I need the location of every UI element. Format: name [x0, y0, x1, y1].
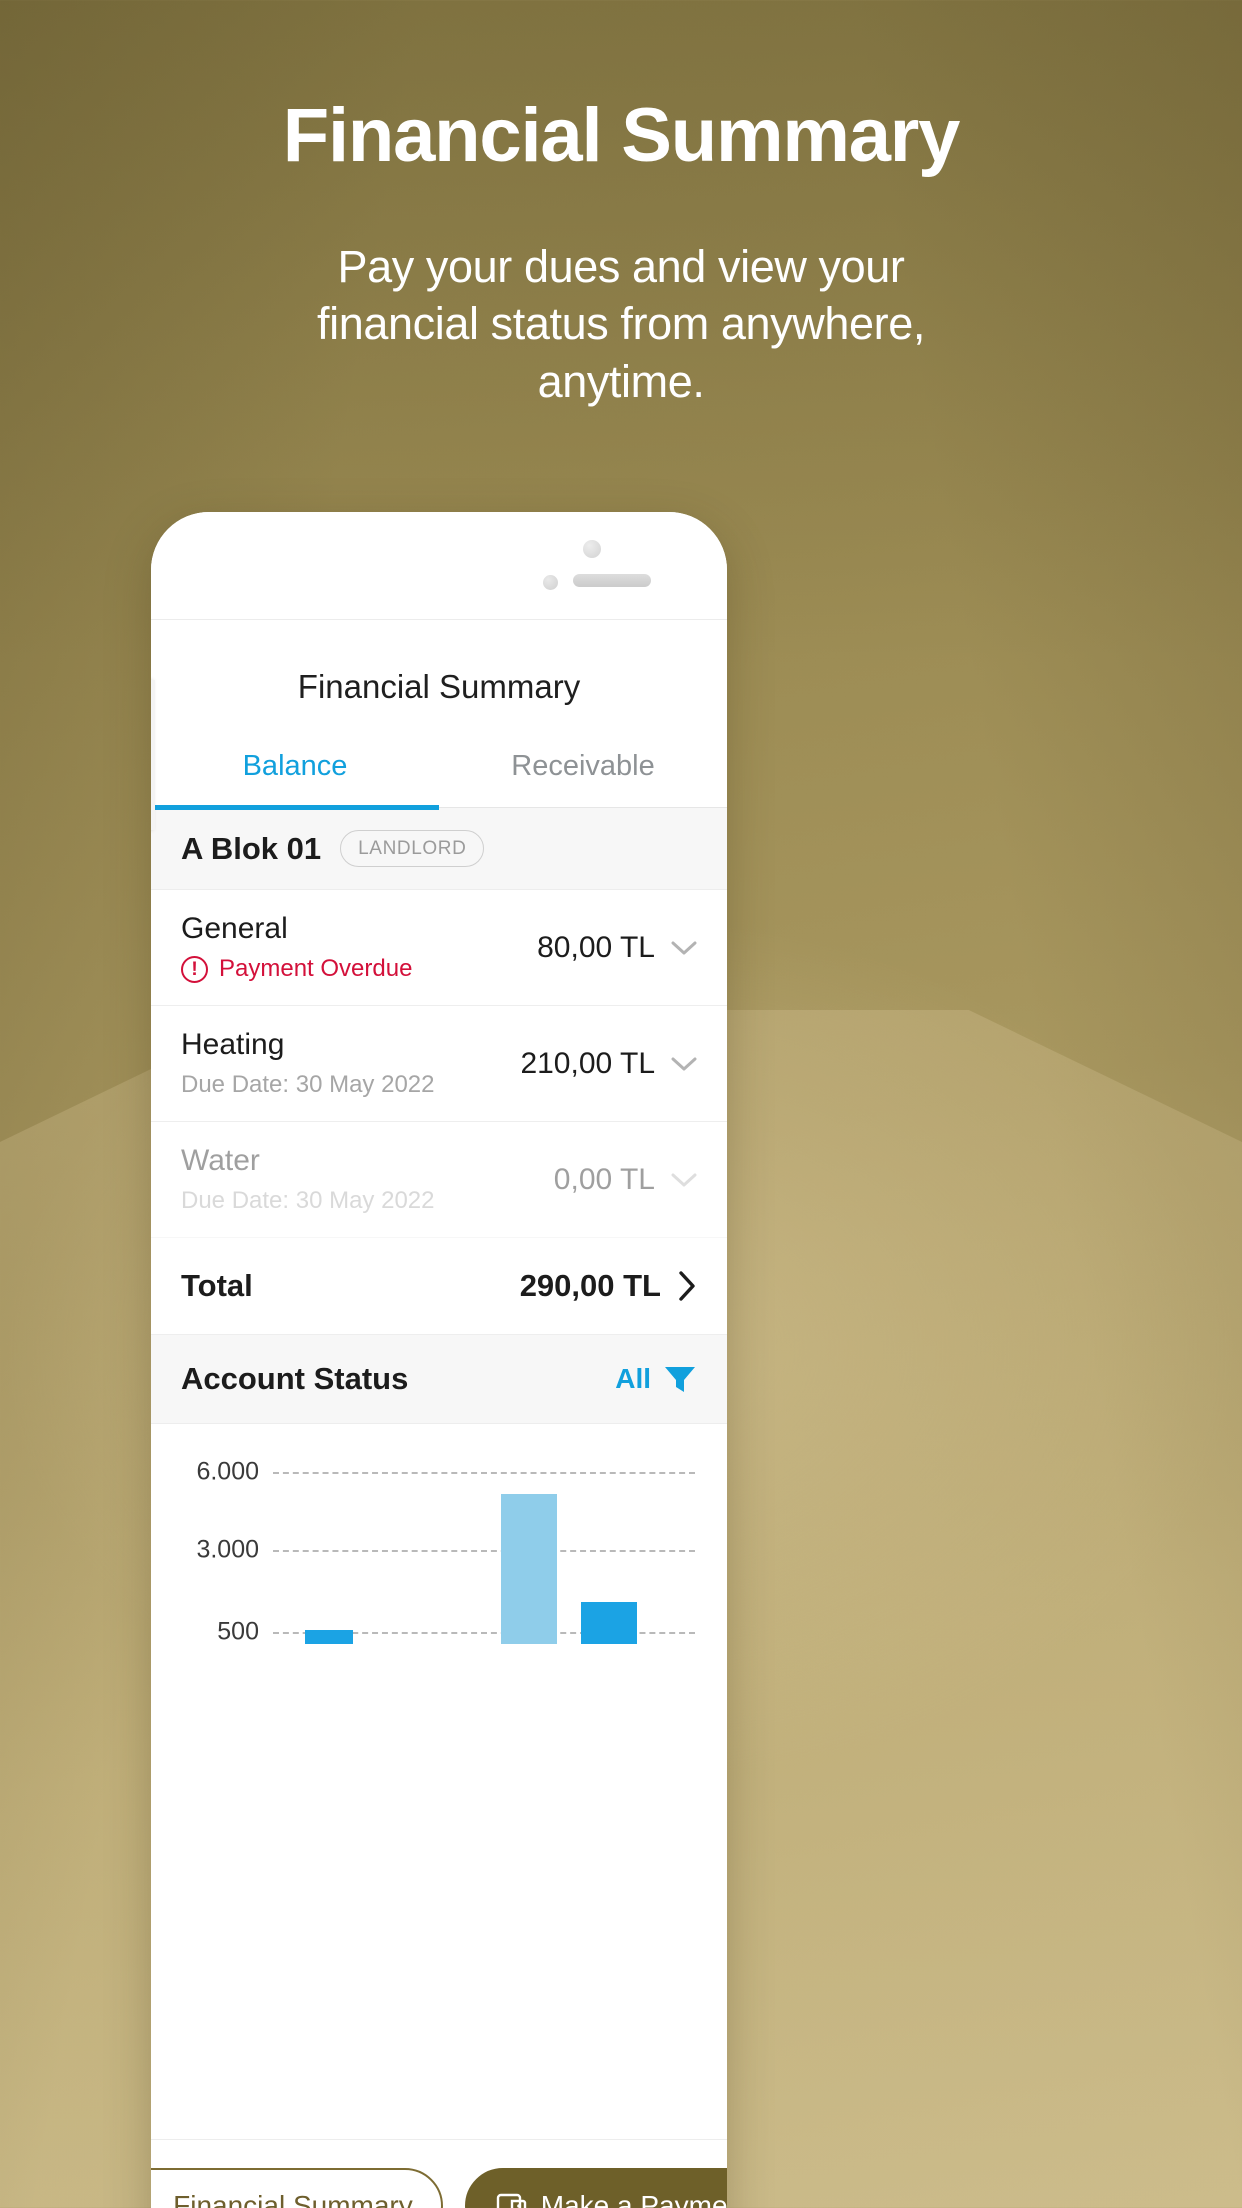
- row-amount: 80,00 TL: [537, 930, 655, 964]
- phone-top-bezel: [151, 512, 727, 620]
- total-row[interactable]: Total 290,00 TL: [151, 1238, 727, 1335]
- table-row[interactable]: Water Due Date: 30 May 2022 0,00 TL: [151, 1122, 727, 1238]
- row-title: Water: [181, 1144, 260, 1177]
- row-amount: 210,00 TL: [520, 1046, 655, 1080]
- phone-screen: Financial Summary Balance Receivable A B…: [151, 620, 727, 2208]
- row-amount-group[interactable]: 0,00 TL: [554, 1163, 697, 1197]
- chart-bar: [501, 1494, 557, 1644]
- total-value-group: 290,00 TL: [520, 1268, 697, 1304]
- financial-summary-button[interactable]: Financial Summary: [151, 2168, 443, 2208]
- row-amount-group[interactable]: 210,00 TL: [520, 1047, 697, 1081]
- page-subtitle: Pay your dues and view your financial st…: [317, 240, 925, 407]
- chart-bars: [273, 1454, 695, 1644]
- row-title: General: [181, 912, 288, 945]
- chart-plot-area: 6.000 3.000 500: [173, 1454, 705, 1646]
- total-label: Total: [181, 1268, 253, 1303]
- chevron-right-icon[interactable]: [677, 1270, 697, 1302]
- role-badge: LANDLORD: [340, 830, 485, 867]
- funnel-filter-icon[interactable]: [663, 1363, 697, 1395]
- app-header-title: Financial Summary: [297, 668, 581, 705]
- chart-bar: [581, 1602, 637, 1644]
- total-amount: 290,00 TL: [519, 1268, 661, 1303]
- page-title: Financial Summary: [282, 93, 961, 178]
- chart-ytick-label: 6.000: [196, 1457, 259, 1486]
- row-info: Water Due Date: 30 May 2022: [181, 1144, 435, 1215]
- block-name: A Blok 01: [181, 830, 322, 866]
- chart-bar: [305, 1630, 353, 1644]
- chevron-down-icon[interactable]: [671, 940, 697, 956]
- account-status-label: Account Status: [181, 1361, 409, 1396]
- make-a-payment-button[interactable]: Make a Payment: [464, 2168, 727, 2208]
- filter-value: All: [615, 1363, 651, 1394]
- tab-receivable[interactable]: Receivable: [439, 740, 727, 807]
- row-info: Heating Due Date: 30 May 2022: [181, 1028, 435, 1099]
- search-icon: [151, 2190, 159, 2208]
- hero-section: Financial Summary Pay your dues and view…: [0, 96, 1242, 411]
- filter-control[interactable]: All: [615, 1363, 697, 1395]
- row-status-text: Due Date: 30 May 2022: [181, 1071, 435, 1098]
- financial-summary-button-label: Financial Summary: [173, 2190, 413, 2208]
- phone-side-button: [151, 680, 155, 830]
- chart-ytick-label: 500: [217, 1617, 259, 1646]
- row-status-text: Due Date: 30 May 2022: [181, 1187, 435, 1214]
- chart-ytick-label: 3.000: [196, 1535, 259, 1564]
- row-amount: 0,00 TL: [553, 1162, 655, 1196]
- chevron-down-icon[interactable]: [671, 1056, 697, 1072]
- tab-bar: Balance Receivable: [151, 740, 727, 810]
- row-info: General ! Payment Overdue: [181, 912, 412, 983]
- wallet-icon: [495, 2190, 527, 2208]
- row-status-overdue: ! Payment Overdue: [181, 955, 412, 983]
- account-status-header: Account Status All: [151, 1335, 727, 1424]
- row-amount-group[interactable]: 80,00 TL: [537, 931, 697, 965]
- earpiece-speaker-icon: [573, 574, 651, 587]
- table-row[interactable]: General ! Payment Overdue 80,00 TL: [151, 890, 727, 1006]
- sensor-dot-icon: [543, 575, 558, 590]
- chevron-down-icon[interactable]: [671, 1172, 697, 1188]
- block-section-header[interactable]: A Blok 01 LANDLORD: [151, 808, 727, 890]
- alert-circle-icon: !: [181, 955, 208, 983]
- tab-balance[interactable]: Balance: [151, 740, 439, 810]
- row-status-text: Payment Overdue: [219, 955, 413, 982]
- make-a-payment-button-label: Make a Payment: [540, 2190, 727, 2208]
- row-title: Heating: [181, 1028, 285, 1061]
- table-row[interactable]: Heating Due Date: 30 May 2022 210,00 TL: [151, 1006, 727, 1122]
- phone-mockup: Financial Summary Balance Receivable A B…: [151, 512, 727, 2208]
- account-status-chart: 6.000 3.000 500: [151, 1424, 727, 1654]
- front-camera-icon: [583, 540, 601, 558]
- cta-button-bar: Financial Summary Make a Payment: [151, 2139, 727, 2208]
